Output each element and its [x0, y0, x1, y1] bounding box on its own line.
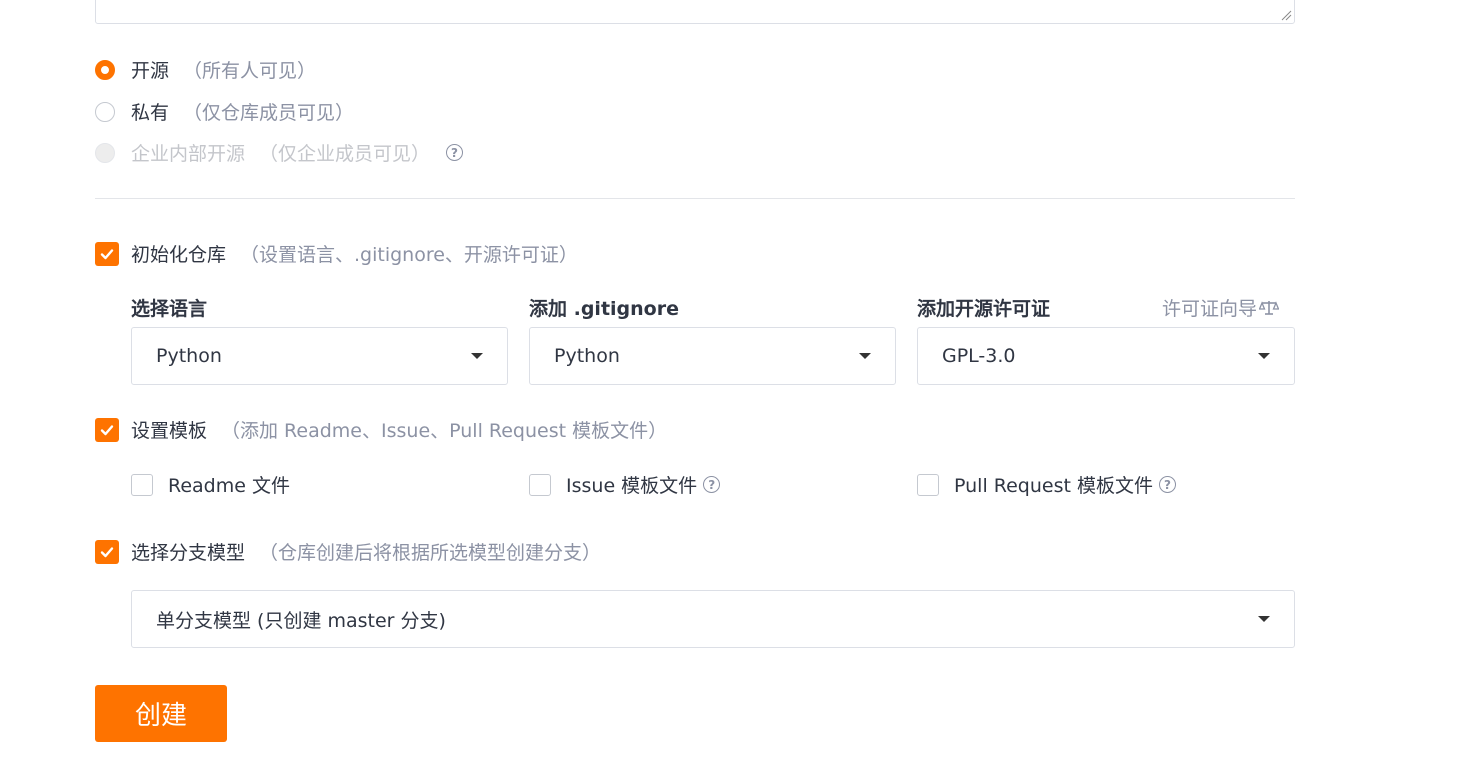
caret-down-icon: [1258, 353, 1270, 359]
pr-template-option[interactable]: Pull Request 模板文件 ?: [917, 471, 1176, 498]
license-guide-link[interactable]: 许可证向导: [1162, 294, 1280, 321]
checkbox[interactable]: [917, 473, 939, 496]
gitignore-label: 添加 .gitignore: [529, 298, 679, 320]
visibility-label: 企业内部开源: [131, 143, 246, 165]
branch-model-checkbox-row[interactable]: 选择分支模型 （仓库创建后将根据所选模型创建分支）: [95, 538, 601, 565]
readme-template-option[interactable]: Readme 文件: [131, 471, 290, 498]
check-icon[interactable]: [95, 539, 119, 564]
radio-disabled: [95, 142, 115, 163]
branch-model-hint: （仓库创建后将根据所选模型创建分支）: [259, 542, 602, 564]
branch-model-label: 选择分支模型: [131, 542, 246, 564]
section-divider: [95, 198, 1295, 199]
license-guide-label: 许可证向导: [1162, 298, 1258, 320]
pr-template-label: Pull Request 模板文件: [954, 475, 1153, 497]
question-circle-icon[interactable]: ?: [1158, 476, 1176, 493]
language-label: 选择语言: [131, 298, 208, 320]
description-textarea[interactable]: [95, 0, 1295, 24]
create-button[interactable]: 创建: [95, 685, 227, 742]
init-repo-label: 初始化仓库: [131, 244, 227, 266]
radio-unselected[interactable]: [95, 101, 115, 122]
license-label: 添加开源许可证: [917, 298, 1051, 320]
branch-model-select[interactable]: 单分支模型 (只创建 master 分支): [131, 590, 1295, 648]
branch-model-value: 单分支模型 (只创建 master 分支): [156, 609, 446, 632]
caret-down-icon: [471, 353, 483, 359]
question-circle-icon[interactable]: ?: [446, 144, 464, 161]
checkbox[interactable]: [131, 473, 153, 496]
visibility-label: 私有: [131, 102, 170, 124]
visibility-option-private[interactable]: 私有 （仅仓库成员可见）: [95, 98, 354, 125]
license-select[interactable]: GPL-3.0: [917, 327, 1295, 385]
issue-template-option[interactable]: Issue 模板文件 ?: [529, 471, 721, 498]
check-icon[interactable]: [95, 417, 119, 442]
radio-selected[interactable]: [95, 59, 115, 80]
resize-grip-icon[interactable]: [1280, 9, 1292, 21]
readme-template-label: Readme 文件: [168, 475, 290, 497]
question-circle-icon[interactable]: ?: [703, 476, 721, 493]
templates-hint: （添加 Readme、Issue、Pull Request 模板文件）: [221, 420, 668, 442]
gitignore-select[interactable]: Python: [529, 327, 896, 385]
scale-icon: [1259, 300, 1280, 315]
init-repo-checkbox-row[interactable]: 初始化仓库 （设置语言、.gitignore、开源许可证）: [95, 240, 578, 267]
issue-template-label: Issue 模板文件: [566, 475, 698, 497]
language-select[interactable]: Python: [131, 327, 508, 385]
init-repo-hint: （设置语言、.gitignore、开源许可证）: [240, 244, 578, 266]
visibility-option-public[interactable]: 开源 （所有人可见）: [95, 56, 316, 83]
caret-down-icon: [859, 353, 871, 359]
visibility-option-enterprise: 企业内部开源 （仅企业成员可见） ?: [95, 139, 464, 166]
templates-label: 设置模板: [131, 420, 208, 442]
check-icon[interactable]: [95, 241, 119, 266]
caret-down-icon: [1258, 616, 1270, 622]
visibility-label: 开源: [131, 60, 170, 82]
visibility-hint: （仅仓库成员可见）: [183, 102, 355, 124]
gitignore-value: Python: [554, 345, 620, 367]
visibility-hint: （所有人可见）: [183, 60, 317, 82]
license-value: GPL-3.0: [942, 345, 1016, 367]
checkbox[interactable]: [529, 473, 551, 496]
visibility-hint: （仅企业成员可见）: [259, 143, 431, 165]
language-value: Python: [156, 345, 222, 367]
templates-checkbox-row[interactable]: 设置模板 （添加 Readme、Issue、Pull Request 模板文件）: [95, 416, 667, 443]
